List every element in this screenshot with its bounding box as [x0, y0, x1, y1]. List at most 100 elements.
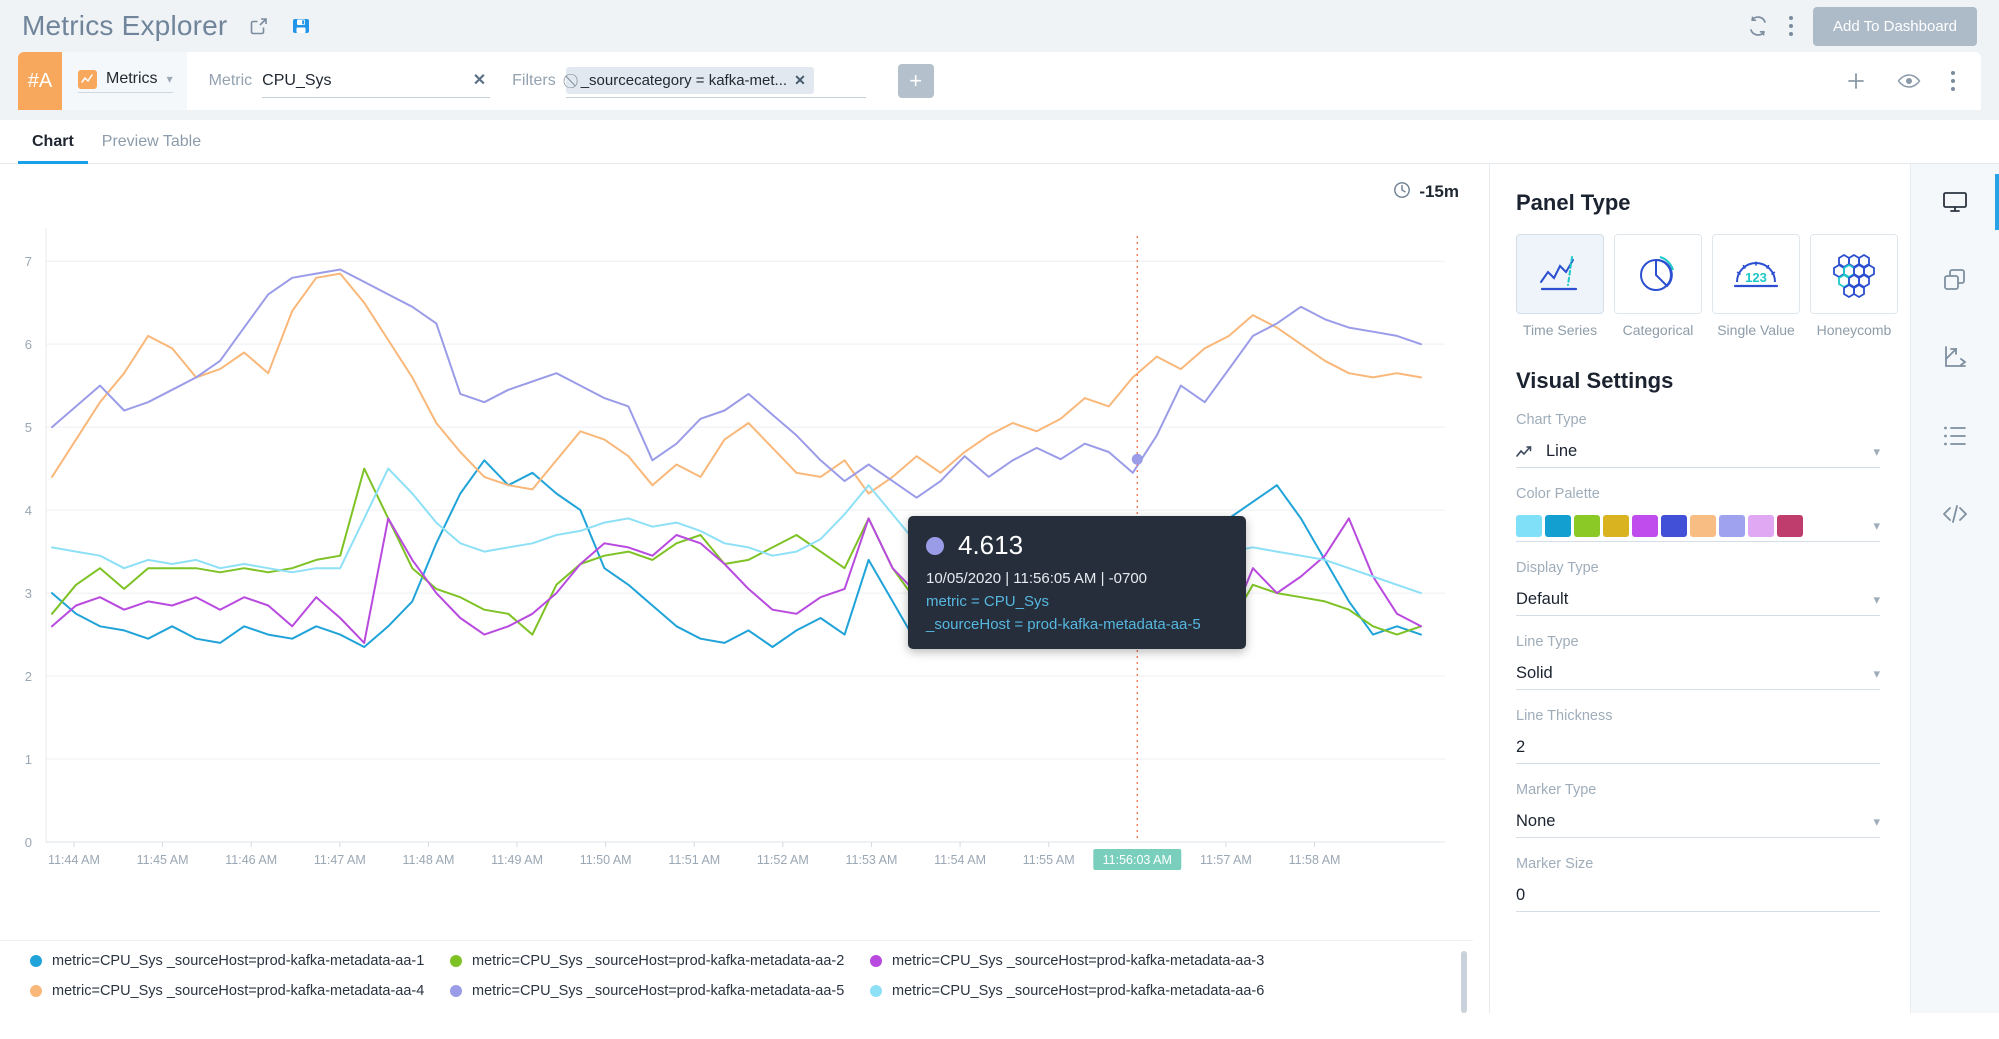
color-swatch[interactable] [1777, 515, 1803, 537]
list-icon[interactable] [1935, 416, 1975, 456]
filters-input[interactable]: ⃠ _sourcecategory = kafka-met... ✕ [566, 64, 866, 98]
legend-color-dot [450, 985, 462, 997]
color-palette-select[interactable]: ▾ [1516, 510, 1880, 542]
filter-chip[interactable]: ⃠ _sourcecategory = kafka-met... ✕ [566, 67, 814, 94]
marker-type-select[interactable]: None ▾ [1516, 806, 1880, 838]
axes-icon[interactable] [1935, 338, 1975, 378]
panel-type-options: Time Series Categorical [1516, 234, 1880, 338]
panel-type-time-series[interactable]: Time Series [1516, 234, 1604, 338]
chevron-down-icon: ▾ [1873, 666, 1880, 682]
color-swatch[interactable] [1603, 515, 1629, 537]
clock-icon [1393, 181, 1411, 204]
refresh-icon[interactable] [1747, 15, 1769, 37]
x-axis-tick-highlighted: 11:56:03 AM [1103, 853, 1172, 867]
add-query-plus-icon[interactable] [1845, 70, 1867, 92]
marker-type-label: Marker Type [1516, 782, 1880, 798]
chart-type-select[interactable]: Line ▾ [1516, 436, 1880, 468]
y-axis-tick: 7 [25, 254, 32, 269]
time-series-icon[interactable] [1516, 234, 1604, 314]
color-swatch[interactable] [1516, 515, 1542, 537]
panel-type-single-value[interactable]: 123 Single Value [1712, 234, 1800, 338]
x-axis-tick: 11:53 AM [846, 853, 898, 867]
save-floppy-icon[interactable] [291, 16, 311, 36]
rail-active-indicator [1995, 174, 1999, 230]
legend-scrollbar[interactable] [1461, 951, 1467, 1013]
tooltip-value: 4.613 [958, 530, 1023, 561]
chart-series-line[interactable] [52, 274, 1421, 494]
metric-value: CPU_Sys [262, 72, 331, 90]
legend-color-dot [450, 955, 462, 967]
chart-type-label: Chart Type [1516, 412, 1880, 428]
query-bar-container: #A Metrics ▾ Metric CPU_Sys ✕ Filters [0, 52, 1999, 120]
chevron-down-icon: ▾ [1873, 592, 1880, 608]
legend-item[interactable]: metric=CPU_Sys _sourceHost=prod-kafka-me… [870, 953, 1290, 969]
line-thickness-input[interactable]: 2 [1516, 732, 1880, 764]
line-chart[interactable]: 01234567 11:44 AM11:45 AM11:46 AM11:47 A… [0, 220, 1490, 900]
gauge-123-icon[interactable]: 123 [1712, 234, 1800, 314]
visual-settings-title: Visual Settings [1516, 368, 1880, 394]
filters-field-group: Filters ⃠ _sourcecategory = kafka-met...… [490, 52, 934, 110]
display-type-select[interactable]: Default ▾ [1516, 584, 1880, 616]
add-to-dashboard-button[interactable]: Add To Dashboard [1813, 7, 1977, 46]
legend-item[interactable]: metric=CPU_Sys _sourceHost=prod-kafka-me… [450, 953, 870, 969]
y-axis-tick: 6 [25, 337, 32, 352]
code-icon[interactable] [1935, 494, 1975, 534]
color-swatch[interactable] [1690, 515, 1716, 537]
color-swatch[interactable] [1748, 515, 1774, 537]
view-tabs: Chart Preview Table [0, 120, 1999, 164]
y-axis-tick: 0 [25, 835, 32, 850]
page-title: Metrics Explorer [22, 10, 227, 42]
legend-item[interactable]: metric=CPU_Sys _sourceHost=prod-kafka-me… [30, 953, 450, 969]
y-axis-tick: 1 [25, 752, 32, 767]
query-letter-badge[interactable]: #A [18, 52, 62, 110]
color-swatch[interactable] [1545, 515, 1571, 537]
x-axis-tick: 11:52 AM [757, 853, 809, 867]
x-axis-tick: 11:50 AM [580, 853, 632, 867]
legend-item[interactable]: metric=CPU_Sys _sourceHost=prod-kafka-me… [30, 983, 450, 999]
time-range-badge[interactable]: -15m [1393, 181, 1459, 204]
metric-field-group: Metric CPU_Sys ✕ [187, 52, 491, 110]
honeycomb-icon[interactable] [1810, 234, 1898, 314]
line-type-select[interactable]: Solid ▾ [1516, 658, 1880, 690]
settings-panel: Panel Type Time Series [1490, 164, 1910, 1013]
legend-item[interactable]: metric=CPU_Sys _sourceHost=prod-kafka-me… [870, 983, 1290, 999]
layers-copy-icon[interactable] [1935, 260, 1975, 300]
tab-chart[interactable]: Chart [18, 133, 88, 163]
field-line-type: Line Type Solid ▾ [1516, 634, 1880, 690]
chevron-down-icon: ▾ [1873, 518, 1880, 534]
y-axis-tick: 5 [25, 420, 32, 435]
field-chart-type: Chart Type Line ▾ [1516, 412, 1880, 468]
tab-preview-table[interactable]: Preview Table [88, 133, 215, 163]
filters-label: Filters [512, 72, 556, 90]
add-filter-button[interactable]: + [898, 64, 934, 98]
metric-input[interactable]: CPU_Sys ✕ [262, 64, 490, 98]
legend-label: metric=CPU_Sys _sourceHost=prod-kafka-me… [892, 983, 1264, 999]
header-more-icon[interactable] [1789, 16, 1793, 36]
legend-item[interactable]: metric=CPU_Sys _sourceHost=prod-kafka-me… [450, 983, 870, 999]
chevron-down-icon: ▾ [1873, 814, 1880, 830]
field-display-type: Display Type Default ▾ [1516, 560, 1880, 616]
pie-chart-icon[interactable] [1614, 234, 1702, 314]
color-swatch[interactable] [1719, 515, 1745, 537]
share-external-icon[interactable] [249, 16, 269, 36]
x-axis-tick: 11:54 AM [934, 853, 986, 867]
display-type-label: Display Type [1516, 560, 1880, 576]
field-marker-size: Marker Size 0 [1516, 856, 1880, 912]
query-type-selector[interactable]: Metrics ▾ [62, 52, 187, 110]
x-axis-tick: 11:45 AM [137, 853, 189, 867]
eye-icon[interactable] [1897, 72, 1921, 90]
chart-series-line[interactable] [52, 270, 1421, 498]
metric-clear-x-icon[interactable]: ✕ [473, 73, 486, 89]
panel-type-categorical[interactable]: Categorical [1614, 234, 1702, 338]
monitor-icon[interactable] [1935, 182, 1975, 222]
marker-size-input[interactable]: 0 [1516, 880, 1880, 912]
palette-swatches [1516, 515, 1803, 537]
filter-chip-close-x-icon[interactable]: ✕ [794, 72, 806, 89]
panel-type-honeycomb[interactable]: Honeycomb [1810, 234, 1898, 338]
color-swatch[interactable] [1661, 515, 1687, 537]
color-swatch[interactable] [1574, 515, 1600, 537]
color-swatch[interactable] [1632, 515, 1658, 537]
panel-type-label: Single Value [1712, 322, 1800, 338]
query-row-more-icon[interactable] [1951, 71, 1955, 91]
line-thickness-value: 2 [1516, 738, 1525, 757]
